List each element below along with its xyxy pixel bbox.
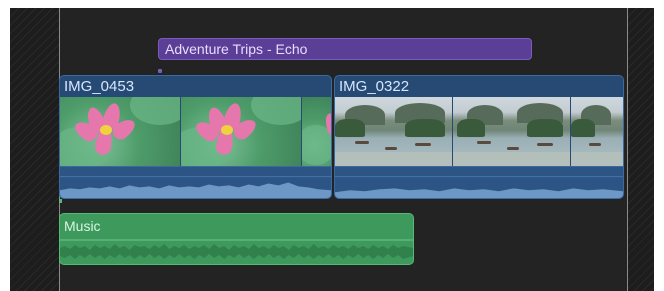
audio-waveform [60,166,331,198]
title-clip-label: Adventure Trips - Echo [165,41,308,57]
lotus-thumbnail [302,97,331,166]
audio-waveform [335,166,623,198]
audio-clip-music[interactable]: Music [59,213,414,265]
river-thumbnail [571,97,623,166]
video-clip-img-0453[interactable]: IMG_0453 [59,75,332,199]
filmstrip [60,97,331,166]
timeline-end-line [627,8,628,291]
title-clip[interactable]: Adventure Trips - Echo [158,38,532,60]
video-clip-label: IMG_0322 [339,78,410,95]
river-thumbnail [335,97,452,166]
audio-clip-label: Music [64,218,101,234]
timeline-start-hatch [10,8,59,291]
timeline[interactable]: Adventure Trips - Echo IMG_0453 IMG_0322… [10,8,654,291]
clip-start-marker [59,199,62,203]
title-connection-marker [158,69,162,73]
video-clip-label: IMG_0453 [64,78,135,95]
timeline-end-hatch [628,8,654,291]
filmstrip [335,97,623,166]
audio-waveform [60,234,413,264]
video-clip-img-0322[interactable]: IMG_0322 [334,75,624,199]
lotus-thumbnail [181,97,301,166]
river-thumbnail [453,97,570,166]
lotus-thumbnail [60,97,180,166]
